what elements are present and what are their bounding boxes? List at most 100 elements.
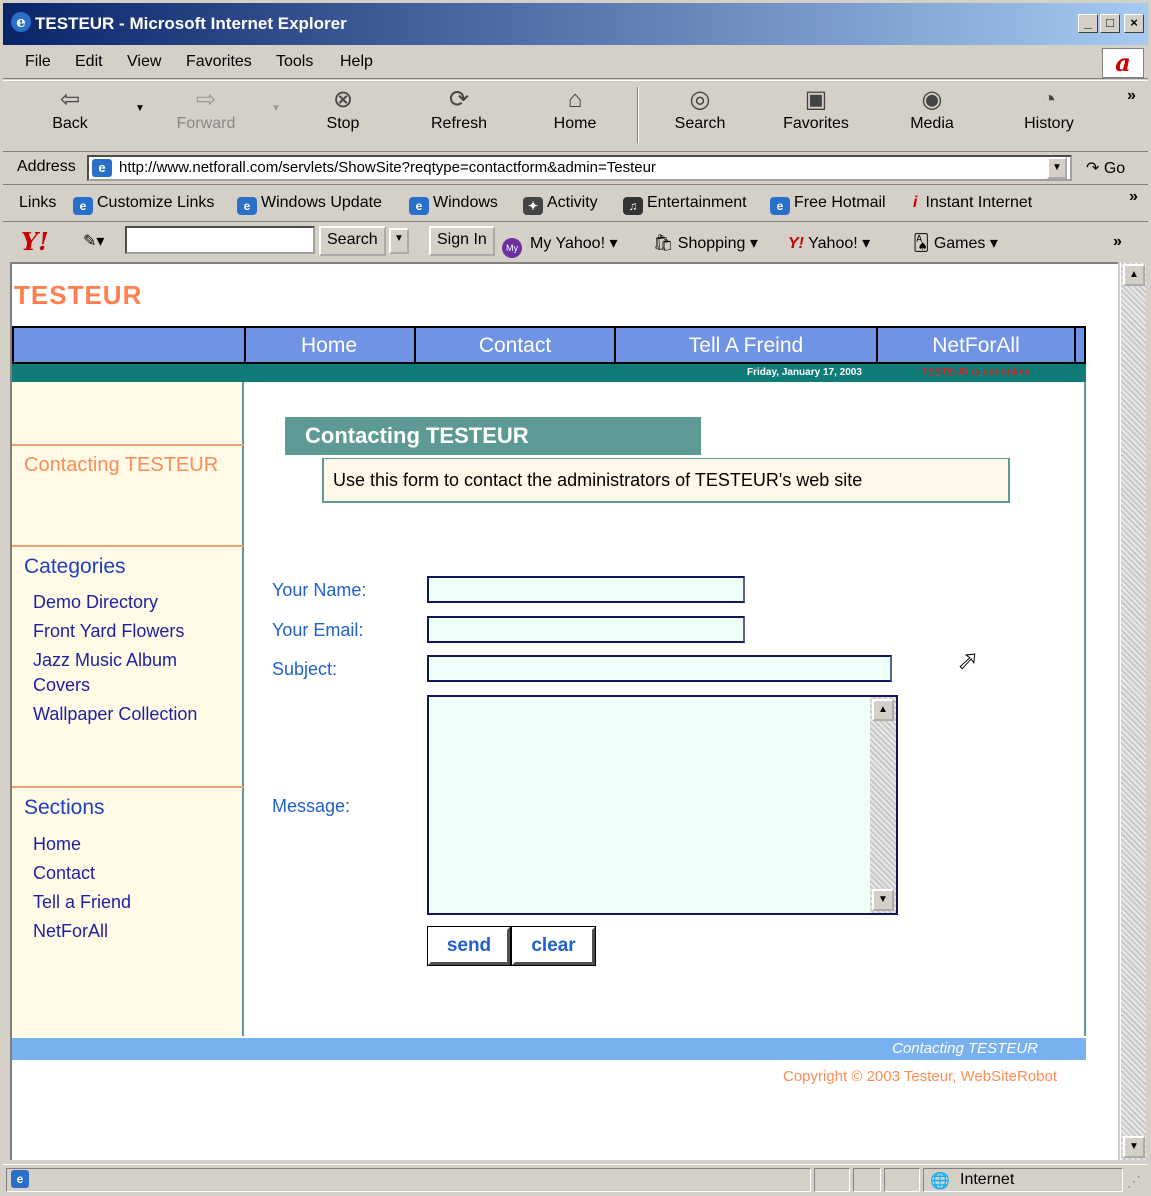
close-button[interactable]: ×	[1124, 14, 1144, 33]
link-label: Entertainment	[647, 194, 747, 211]
link-customize-links[interactable]: e Customize Links	[73, 194, 214, 215]
link-activity[interactable]: ✦ Activity	[523, 194, 598, 215]
site-title: TESTEUR	[14, 280, 143, 310]
menu-help[interactable]: Help	[340, 53, 373, 71]
media-button[interactable]: ◉ Media	[887, 85, 977, 133]
clear-button[interactable]: clear	[511, 926, 596, 966]
yahoo-search-dropdown[interactable]: ▼	[389, 228, 409, 254]
subject-input[interactable]	[427, 655, 892, 682]
history-button[interactable]: ◔ History	[1004, 85, 1094, 133]
address-input[interactable]: e http://www.netforall.com/servlets/Show…	[87, 155, 1072, 181]
category-jazz-music-album-covers[interactable]: Jazz Music Album Covers	[33, 648, 223, 698]
message-scroll-up[interactable]: ▲	[872, 699, 894, 721]
go-arrow-icon: ↷	[1086, 160, 1100, 177]
sidebar-divider	[12, 444, 244, 446]
toolbar-more-chevron[interactable]: »	[1127, 87, 1136, 105]
resize-grip-icon[interactable]: ⋰	[1127, 1173, 1141, 1190]
message-scrollbar[interactable]: ▲ ▼	[870, 697, 896, 913]
toolbar-separator	[637, 87, 639, 143]
link-entertainment[interactable]: ♫ Entertainment	[623, 194, 747, 215]
standard-toolbar: ⇦ Back ▼ ⇨ Forward ▼ ⊗ Stop ⟳ Refresh ⌂ …	[3, 80, 1148, 152]
nav-home[interactable]: Home	[244, 328, 412, 364]
go-label: Go	[1103, 160, 1126, 177]
throbber-icon: a	[1102, 48, 1144, 78]
nav-tell-a-freind[interactable]: Tell A Freind	[614, 328, 876, 364]
section-netforall[interactable]: NetForAll	[33, 919, 108, 944]
online-status: TESTEUR is not online	[922, 367, 1031, 378]
sidebar-current-page: Contacting TESTEUR	[24, 454, 219, 476]
go-button[interactable]: ↷ Go	[1086, 158, 1125, 178]
history-label: History	[1024, 115, 1074, 132]
link-free-hotmail[interactable]: e Free Hotmail	[770, 194, 886, 215]
vertical-scrollbar[interactable]: ▲ ▼	[1120, 262, 1146, 1160]
history-icon: ◔	[1041, 86, 1057, 113]
forward-button[interactable]: ⇨ Forward	[161, 85, 251, 133]
yahoo-search-button[interactable]: Search	[319, 226, 386, 256]
back-button[interactable]: ⇦ Back	[25, 85, 115, 133]
ie-page-icon: e	[237, 197, 257, 215]
category-demo-directory[interactable]: Demo Directory	[33, 590, 158, 615]
email-label: Your Email:	[272, 620, 364, 640]
message-textarea[interactable]: ▲ ▼	[427, 695, 898, 915]
section-home[interactable]: Home	[33, 832, 81, 857]
search-button[interactable]: ◎ Search	[655, 85, 745, 133]
games-menu[interactable]: 🂡 Games ▾	[913, 233, 998, 253]
yahoo-toolbar: Y! ✎▾ Search ▼ Sign In My My Yahoo! ▾ 🛍 S…	[3, 223, 1148, 261]
back-dropdown-icon[interactable]: ▼	[135, 103, 145, 114]
yahoo-menu[interactable]: Y! Yahoo! ▾	[788, 233, 870, 253]
maximize-button[interactable]: □	[1100, 14, 1120, 33]
pencil-icon[interactable]: ✎▾	[83, 231, 104, 251]
entertainment-icon: ♫	[623, 197, 643, 215]
sidebar: Contacting TESTEUR Categories Demo Direc…	[12, 382, 244, 1036]
home-button[interactable]: ⌂ Home	[530, 85, 620, 133]
my-yahoo-icon: My	[502, 238, 522, 258]
send-button[interactable]: send	[427, 926, 511, 966]
category-front-yard-flowers[interactable]: Front Yard Flowers	[33, 619, 184, 644]
link-windows[interactable]: e Windows	[409, 194, 498, 215]
nav-netforall[interactable]: NetForAll	[876, 328, 1076, 364]
menu-tools[interactable]: Tools	[276, 53, 313, 71]
message-scroll-down[interactable]: ▼	[872, 889, 894, 911]
forward-dropdown-icon[interactable]: ▼	[271, 103, 281, 114]
date-bar: Friday, January 17, 2003 TESTEUR is not …	[12, 364, 1086, 382]
search-label: Search	[674, 115, 726, 132]
window-title: TESTEUR - Microsoft Internet Explorer	[35, 14, 347, 33]
section-tell-a-friend[interactable]: Tell a Friend	[33, 890, 131, 915]
games-label: Games	[933, 235, 986, 252]
refresh-label: Refresh	[430, 115, 488, 132]
title-bar[interactable]: e TESTEUR - Microsoft Internet Explorer …	[0, 0, 1151, 45]
menu-edit[interactable]: Edit	[75, 53, 103, 71]
media-label: Media	[910, 115, 954, 132]
menu-favorites[interactable]: Favorites	[186, 53, 252, 71]
scroll-down-button[interactable]: ▼	[1123, 1136, 1145, 1158]
name-label: Your Name:	[272, 580, 367, 600]
nav-contact[interactable]: Contact	[414, 328, 614, 364]
name-input[interactable]	[427, 576, 745, 603]
email-input[interactable]	[427, 616, 745, 643]
refresh-button[interactable]: ⟳ Refresh	[414, 85, 504, 133]
address-dropdown-button[interactable]: ▼	[1047, 157, 1067, 179]
yahoo-more-chevron[interactable]: »	[1113, 233, 1122, 251]
status-cell	[814, 1168, 850, 1192]
home-icon: ⌂	[567, 86, 583, 113]
sign-in-button[interactable]: Sign In	[429, 226, 495, 256]
section-contact[interactable]: Contact	[33, 861, 95, 886]
link-instant-internet[interactable]: i Instant Internet	[913, 194, 1032, 212]
category-wallpaper-collection[interactable]: Wallpaper Collection	[33, 702, 197, 727]
yahoo-logo-icon[interactable]: Y!	[21, 227, 49, 256]
menu-view[interactable]: View	[127, 53, 161, 71]
yahoo-search-input[interactable]	[125, 226, 315, 254]
link-label: Instant Internet	[925, 194, 1033, 211]
home-label: Home	[553, 115, 597, 132]
stop-button[interactable]: ⊗ Stop	[298, 85, 388, 133]
link-label: Windows	[433, 194, 498, 211]
favorites-button[interactable]: ▣ Favorites	[771, 85, 861, 133]
minimize-button[interactable]: _	[1078, 14, 1098, 33]
my-yahoo-menu[interactable]: My My Yahoo! ▾	[502, 233, 618, 258]
shopping-menu[interactable]: 🛍 Shopping ▾	[653, 233, 758, 253]
links-more-chevron[interactable]: »	[1129, 188, 1138, 206]
link-windows-update[interactable]: e Windows Update	[237, 194, 382, 215]
scroll-up-button[interactable]: ▲	[1123, 264, 1145, 286]
status-bar: e 🌐 Internet ⋰	[3, 1164, 1148, 1194]
menu-file[interactable]: File	[25, 53, 51, 71]
